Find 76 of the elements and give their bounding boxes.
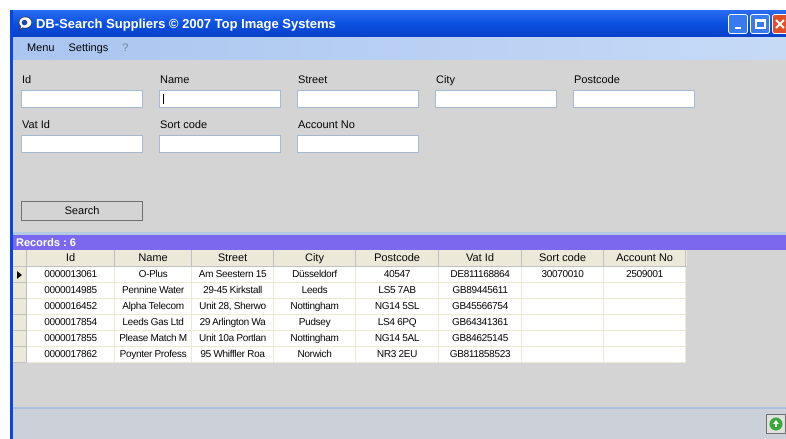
table-cell: GB89445611 — [439, 283, 522, 299]
table-cell: Leeds — [274, 283, 356, 299]
field-label: Sort code — [159, 118, 208, 133]
table-cell: 30070010 — [522, 267, 604, 283]
column-header[interactable]: Vat Id — [439, 250, 522, 266]
table-cell: 0000013061 — [27, 267, 115, 283]
table-cell: Pennine Water — [115, 283, 192, 299]
table-cell: 0000017855 — [27, 331, 115, 347]
table-cell: Nottingham — [274, 299, 356, 315]
table-cell: Leeds Gas Ltd — [115, 315, 192, 331]
table-cell: LS5 7AB — [356, 283, 439, 299]
field-label: Vat Id — [21, 118, 51, 133]
table-cell: Please Match M — [115, 331, 192, 347]
table-cell: Alpha Telecom — [115, 299, 192, 315]
table-cell: 0000016452 — [27, 299, 115, 315]
help-icon — [17, 16, 32, 31]
table-cell: NG14 5SL — [356, 299, 439, 315]
field-label: Street — [297, 73, 328, 88]
table-cell: 2509001 — [604, 267, 686, 283]
table-cell: Düsseldorf — [274, 267, 356, 283]
table-cell: Nottingham — [274, 331, 356, 347]
table-cell: 0000017862 — [27, 347, 115, 363]
menu-item[interactable]: Menu — [27, 40, 55, 57]
field-label: Postcode — [573, 73, 621, 88]
refresh-button[interactable] — [766, 414, 786, 434]
table-cell: Unit 28, Sherwo — [192, 299, 274, 315]
column-header[interactable]: Account No — [604, 250, 686, 266]
field-label: City — [435, 73, 456, 88]
maximize-button[interactable] — [750, 14, 770, 34]
table-cell: Norwich — [274, 347, 356, 363]
column-header[interactable]: Street — [192, 250, 274, 266]
column-header[interactable]: Sort code — [522, 250, 604, 266]
table-cell: 95 Whiffler Roa — [192, 347, 274, 363]
row-header[interactable] — [13, 267, 27, 283]
column-header[interactable]: City — [274, 250, 356, 266]
table-cell: Pudsey — [274, 315, 356, 331]
records-count: Records : 6 — [16, 236, 76, 250]
table-cell: 29 Arlington Wa — [192, 315, 274, 331]
column-header[interactable]: Name — [115, 250, 192, 266]
table-cell: 29-45 Kirkstall — [192, 283, 274, 299]
arrow-up-icon — [769, 417, 783, 431]
table-cell: NR3 2EU — [356, 347, 439, 363]
table-cell: LS4 6PQ — [356, 315, 439, 331]
table-cell: Poynter Profess — [115, 347, 192, 363]
table-cell: O-Plus — [115, 267, 192, 283]
table-cell: GB84625145 — [439, 331, 522, 347]
search-button[interactable]: Search — [21, 201, 143, 221]
table-cell: GB45566754 — [439, 299, 522, 315]
input-field[interactable] — [159, 135, 281, 153]
column-header[interactable]: Postcode — [356, 250, 439, 266]
table-cell: NG14 5AL — [356, 331, 439, 347]
input-field[interactable] — [435, 90, 557, 108]
input-field[interactable] — [159, 90, 281, 108]
input-field[interactable] — [21, 135, 143, 153]
table-cell: Unit 10a Portlan — [192, 331, 274, 347]
table-cell: GB811858523 — [439, 347, 522, 363]
table-cell: 0000017854 — [27, 315, 115, 331]
field-label: Name — [159, 73, 190, 88]
current-row-icon — [17, 270, 22, 278]
table-cell: DE811168864 — [439, 267, 522, 283]
field-label: Account No — [297, 118, 356, 133]
input-field[interactable] — [297, 90, 419, 108]
menu-item[interactable]: Settings — [68, 40, 108, 57]
column-header[interactable]: Id — [27, 250, 115, 266]
table-cell: 0000014985 — [27, 283, 115, 299]
table-cell: 40547 — [356, 267, 439, 283]
table-cell: Am Seestern 15 — [192, 267, 274, 283]
minimize-button[interactable] — [728, 14, 748, 34]
input-field[interactable] — [297, 135, 419, 153]
input-field[interactable] — [573, 90, 695, 108]
close-icon — [774, 18, 784, 28]
input-field[interactable] — [21, 90, 143, 108]
table-cell: GB64341361 — [439, 315, 522, 331]
window-title: DB-Search Suppliers © 2007 Top Image Systems — [36, 14, 336, 33]
field-label: Id — [21, 73, 32, 88]
close-button[interactable] — [772, 14, 786, 34]
